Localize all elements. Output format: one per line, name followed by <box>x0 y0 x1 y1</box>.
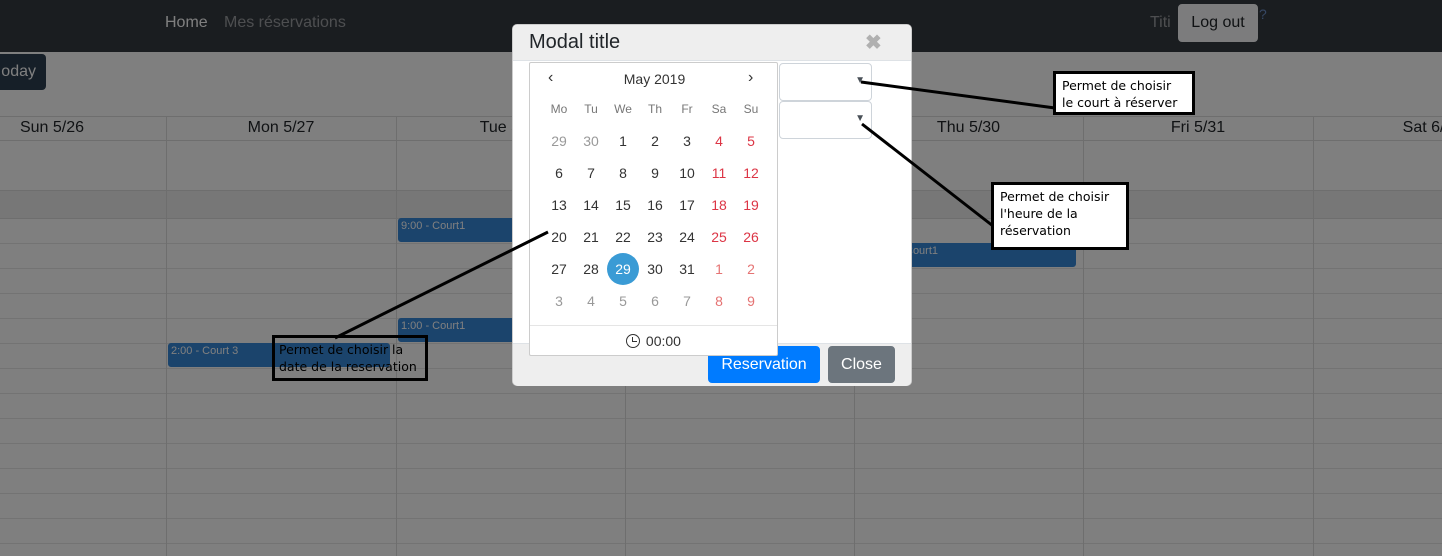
callout-hour: Permet de choisir l'heure de la réservat… <box>991 182 1129 250</box>
arrow-hour <box>861 122 994 228</box>
callout-date: Permet de choisir la date de la reservat… <box>272 335 428 381</box>
callout-court: Permet de choisir le court à réserver <box>1053 71 1195 115</box>
arrow-date <box>334 230 549 340</box>
arrow-court <box>860 80 1056 110</box>
annotation-arrows <box>334 80 1056 340</box>
